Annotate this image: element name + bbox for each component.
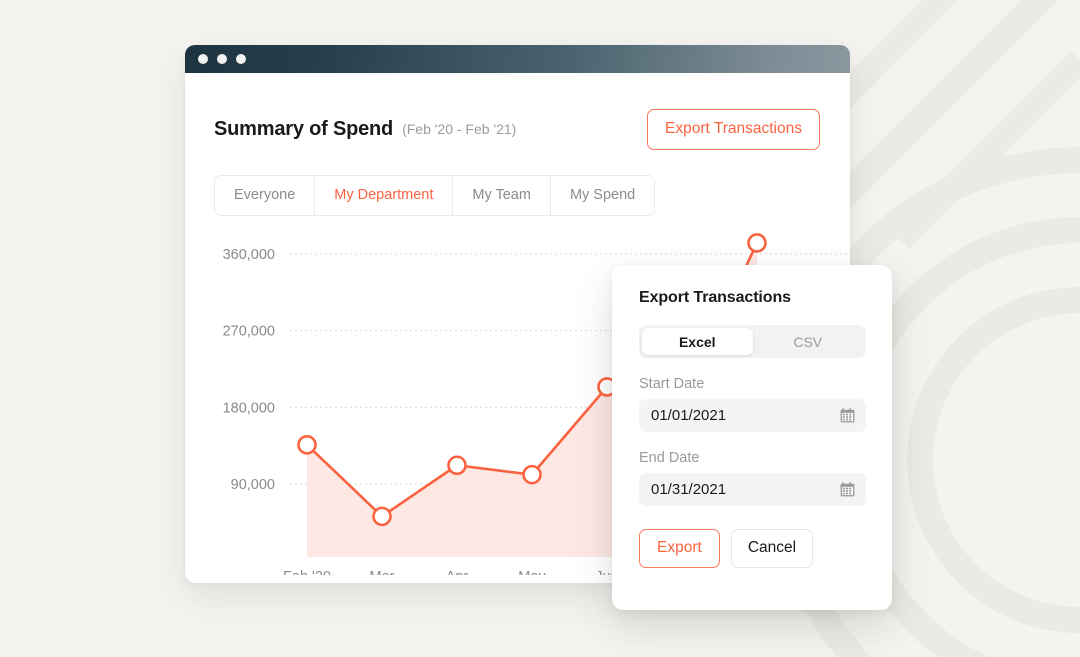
- start-date-value: 01/01/2021: [651, 407, 727, 424]
- tab-everyone[interactable]: Everyone: [215, 175, 315, 215]
- scope-tab-bar: Everyone My Department My Team My Spend: [214, 174, 656, 216]
- svg-text:90,000: 90,000: [231, 477, 275, 493]
- calendar-icon[interactable]: [840, 408, 855, 423]
- maximize-dot[interactable]: [236, 54, 246, 64]
- format-option-excel[interactable]: Excel: [642, 328, 753, 355]
- tab-my-spend[interactable]: My Spend: [549, 175, 655, 215]
- chart-data-point[interactable]: [747, 233, 767, 253]
- chart-data-point[interactable]: [297, 435, 317, 455]
- chart-data-point[interactable]: [447, 455, 467, 476]
- dialog-export-button[interactable]: Export: [639, 529, 720, 568]
- end-date-value: 01/31/2021: [651, 481, 727, 498]
- export-transactions-dialog: Export Transactions Excel CSV Start Date…: [612, 265, 892, 610]
- window-title-bar: [185, 45, 850, 73]
- date-range-label: (Feb '20 - Feb '21): [402, 120, 517, 137]
- svg-text:Mar: Mar: [370, 569, 395, 575]
- minimize-dot[interactable]: [217, 54, 227, 64]
- svg-text:180,000: 180,000: [223, 400, 275, 416]
- start-date-label: Start Date: [639, 376, 705, 392]
- svg-text:270,000: 270,000: [223, 324, 275, 340]
- card-header: Summary of Spend (Feb '20 - Feb '21) Exp…: [185, 73, 850, 150]
- export-transactions-button[interactable]: Export Transactions: [647, 109, 820, 150]
- svg-text:Feb '20: Feb '20: [283, 569, 331, 575]
- format-toggle: Excel CSV: [639, 325, 866, 358]
- dialog-cancel-button[interactable]: Cancel: [730, 529, 814, 568]
- svg-text:May: May: [518, 569, 546, 575]
- tab-my-department[interactable]: My Department: [314, 175, 453, 215]
- end-date-label: End Date: [639, 450, 700, 466]
- chart-x-axis-labels: Feb '20MarAprMayJun: [283, 569, 619, 575]
- chart-y-axis-labels: 90,000 180,000 270,000 360,000: [223, 247, 275, 493]
- dialog-title: Export Transactions: [639, 289, 791, 306]
- chart-data-point[interactable]: [372, 506, 392, 527]
- end-date-field[interactable]: 01/31/2021: [639, 473, 866, 506]
- calendar-icon[interactable]: [840, 482, 855, 497]
- tab-my-team[interactable]: My Team: [452, 175, 550, 215]
- dialog-actions: Export Cancel: [639, 529, 866, 568]
- page-title: Summary of Spend: [214, 117, 394, 140]
- svg-text:Apr: Apr: [446, 569, 469, 575]
- svg-text:360,000: 360,000: [223, 247, 275, 263]
- start-date-field[interactable]: 01/01/2021: [639, 399, 866, 432]
- chart-data-point[interactable]: [522, 464, 542, 485]
- format-option-csv[interactable]: CSV: [753, 328, 864, 355]
- close-dot[interactable]: [198, 54, 208, 64]
